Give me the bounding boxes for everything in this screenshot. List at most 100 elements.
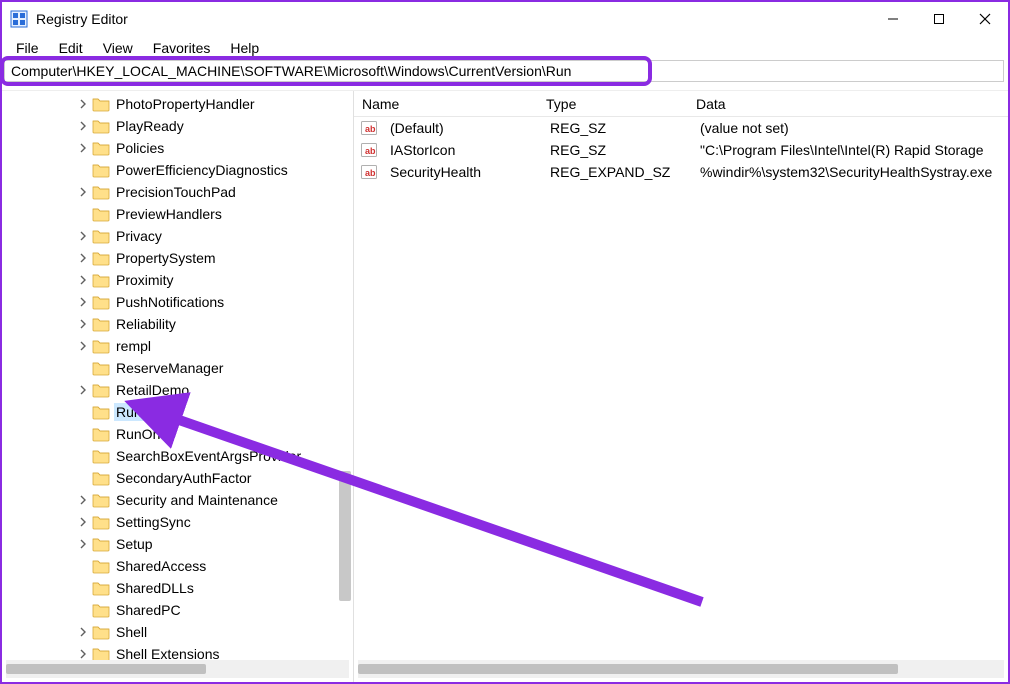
tree-item-label: SettingSync (114, 513, 195, 531)
tree-item-propertysystem[interactable]: PropertySystem (2, 247, 353, 269)
tree-item-label: PlayReady (114, 117, 188, 135)
regedit-app-icon (10, 10, 28, 28)
expand-toggle-icon[interactable] (76, 515, 90, 529)
tree-vertical-scrollbar-thumb[interactable] (339, 471, 351, 601)
tree-item-shell-extensions[interactable]: Shell Extensions (2, 643, 353, 660)
folder-icon (92, 294, 110, 310)
tree-horizontal-scrollbar[interactable] (6, 660, 349, 678)
expand-toggle-icon[interactable] (76, 625, 90, 639)
tree-item-setup[interactable]: Setup (2, 533, 353, 555)
tree-item-pushnotifications[interactable]: PushNotifications (2, 291, 353, 313)
tree-item-privacy[interactable]: Privacy (2, 225, 353, 247)
expand-toggle-icon (76, 427, 90, 441)
tree-item-label: PushNotifications (114, 293, 228, 311)
tree-item-label: SecondaryAuthFactor (114, 469, 255, 487)
tree-item-precisiontouchpad[interactable]: PrecisionTouchPad (2, 181, 353, 203)
values-hscroll-thumb[interactable] (358, 664, 898, 674)
expand-toggle-icon[interactable] (76, 251, 90, 265)
tree-item-policies[interactable]: Policies (2, 137, 353, 159)
tree-panel: PhotoPropertyHandler PlayReady Policies Pow… (2, 91, 354, 682)
column-header-data[interactable]: Data (688, 92, 1008, 116)
tree-item-label: PhotoPropertyHandler (114, 95, 259, 113)
tree-item-settingsync[interactable]: SettingSync (2, 511, 353, 533)
close-button[interactable] (962, 2, 1008, 36)
expand-toggle-icon (76, 471, 90, 485)
tree-item-label: RetailDemo (114, 381, 193, 399)
tree-item-label: Proximity (114, 271, 178, 289)
expand-toggle-icon[interactable] (76, 383, 90, 397)
expand-toggle-icon (76, 603, 90, 617)
expand-toggle-icon[interactable] (76, 647, 90, 660)
tree-item-label: Policies (114, 139, 168, 157)
tree-item-label: PreviewHandlers (114, 205, 226, 223)
tree-item-security-and-maintenance[interactable]: Security and Maintenance (2, 489, 353, 511)
content-split: PhotoPropertyHandler PlayReady Policies Pow… (2, 90, 1008, 682)
tree-item-sharedaccess[interactable]: SharedAccess (2, 555, 353, 577)
expand-toggle-icon[interactable] (76, 229, 90, 243)
expand-toggle-icon[interactable] (76, 317, 90, 331)
values-panel: Name Type Data ab(Default)REG_SZ(value n… (354, 91, 1008, 682)
tree-item-reservemanager[interactable]: ReserveManager (2, 357, 353, 379)
folder-icon (92, 404, 110, 420)
tree-item-label: Shell Extensions (114, 645, 224, 660)
window-title: Registry Editor (36, 11, 128, 27)
expand-toggle-icon[interactable] (76, 119, 90, 133)
column-header-name[interactable]: Name (354, 92, 538, 116)
expand-toggle-icon (76, 581, 90, 595)
expand-toggle-icon[interactable] (76, 273, 90, 287)
tree-item-retaildemo[interactable]: RetailDemo (2, 379, 353, 401)
tree-item-rempl[interactable]: rempl (2, 335, 353, 357)
values-horizontal-scrollbar[interactable] (358, 660, 1004, 678)
value-data: %windir%\system32\SecurityHealthSystray.… (692, 163, 1008, 181)
expand-toggle-icon[interactable] (76, 295, 90, 309)
tree-item-run[interactable]: Run (2, 401, 353, 423)
tree-item-searchboxeventargsprovider[interactable]: SearchBoxEventArgsProvider (2, 445, 353, 467)
value-row[interactable]: abIAStorIconREG_SZ"C:\Program Files\Inte… (354, 139, 1008, 161)
value-row[interactable]: abSecurityHealthREG_EXPAND_SZ%windir%\sy… (354, 161, 1008, 183)
expand-toggle-icon[interactable] (76, 339, 90, 353)
tree-item-sharedpc[interactable]: SharedPC (2, 599, 353, 621)
tree-item-secondaryauthfactor[interactable]: SecondaryAuthFactor (2, 467, 353, 489)
menu-favorites[interactable]: Favorites (143, 38, 221, 58)
expand-toggle-icon (76, 163, 90, 177)
expand-toggle-icon[interactable] (76, 537, 90, 551)
tree-item-previewhandlers[interactable]: PreviewHandlers (2, 203, 353, 225)
folder-icon (92, 470, 110, 486)
tree-item-photopropertyhandler[interactable]: PhotoPropertyHandler (2, 93, 353, 115)
tree-scroll[interactable]: PhotoPropertyHandler PlayReady Policies Pow… (2, 91, 353, 660)
tree-item-reliability[interactable]: Reliability (2, 313, 353, 335)
value-row[interactable]: ab(Default)REG_SZ(value not set) (354, 117, 1008, 139)
tree-item-label: Shell (114, 623, 151, 641)
maximize-button[interactable] (916, 2, 962, 36)
tree-item-label: SearchBoxEventArgsProvider (114, 447, 305, 465)
tree-item-label: PropertySystem (114, 249, 220, 267)
menu-file[interactable]: File (6, 38, 49, 58)
folder-icon (92, 514, 110, 530)
tree-item-shell[interactable]: Shell (2, 621, 353, 643)
column-header-type[interactable]: Type (538, 92, 688, 116)
value-type: REG_EXPAND_SZ (542, 163, 692, 181)
expand-toggle-icon (76, 405, 90, 419)
tree-item-playready[interactable]: PlayReady (2, 115, 353, 137)
address-input[interactable] (4, 60, 1004, 82)
minimize-button[interactable] (870, 2, 916, 36)
menu-view[interactable]: View (93, 38, 143, 58)
expand-toggle-icon[interactable] (76, 97, 90, 111)
value-name: SecurityHealth (382, 163, 542, 181)
expand-toggle-icon[interactable] (76, 141, 90, 155)
tree-item-powerefficiencydiagnostics[interactable]: PowerEfficiencyDiagnostics (2, 159, 353, 181)
tree-hscroll-thumb[interactable] (6, 664, 206, 674)
tree-item-shareddlls[interactable]: SharedDLLs (2, 577, 353, 599)
expand-toggle-icon[interactable] (76, 493, 90, 507)
tree-item-label: SharedDLLs (114, 579, 198, 597)
expand-toggle-icon[interactable] (76, 185, 90, 199)
menubar: File Edit View Favorites Help (2, 36, 1008, 60)
menu-edit[interactable]: Edit (49, 38, 93, 58)
values-list: ab(Default)REG_SZ(value not set)abIAStor… (354, 117, 1008, 660)
folder-icon (92, 96, 110, 112)
tree-item-runonce[interactable]: RunOnce (2, 423, 353, 445)
expand-toggle-icon (76, 361, 90, 375)
tree-item-label: ReserveManager (114, 359, 227, 377)
tree-item-proximity[interactable]: Proximity (2, 269, 353, 291)
menu-help[interactable]: Help (220, 38, 269, 58)
